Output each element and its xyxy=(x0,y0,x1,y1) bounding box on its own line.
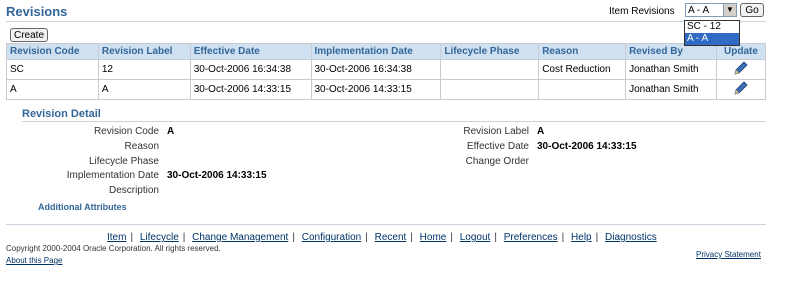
go-button[interactable]: Go xyxy=(740,3,764,17)
page-title: Revisions xyxy=(6,4,68,19)
item-revisions-label: Item Revisions xyxy=(609,6,675,17)
detail-divider xyxy=(22,121,766,122)
revisions-table: Revision Code Revision Label Effective D… xyxy=(6,43,767,100)
value-implementation-date: 30-Oct-2006 14:33:15 xyxy=(167,170,267,181)
footer-link-lifecycle[interactable]: Lifecycle xyxy=(140,232,179,243)
column-header[interactable]: Lifecycle Phase xyxy=(440,43,540,60)
footer-link-home[interactable]: Home xyxy=(420,232,447,243)
label-implementation-date: Implementation Date xyxy=(66,170,159,181)
column-header[interactable]: Reason xyxy=(538,43,627,60)
cell-reason xyxy=(538,79,627,100)
cell-revision-label: A xyxy=(97,79,191,100)
chevron-down-icon[interactable]: ▼ xyxy=(723,4,736,16)
dropdown-option[interactable]: SC - 12 xyxy=(685,21,739,33)
additional-attributes-link[interactable]: Additional Attributes xyxy=(38,202,127,212)
cell-lifecycle-phase xyxy=(440,79,540,100)
column-header[interactable]: Revision Code xyxy=(6,43,99,60)
label-description: Description xyxy=(108,185,159,196)
cell-lifecycle-phase xyxy=(440,59,540,80)
dropdown-option-selected[interactable]: A - A xyxy=(685,33,739,45)
table-row: SC 12 30-Oct-2006 16:34:38 30-Oct-2006 1… xyxy=(6,59,767,80)
create-button[interactable]: Create xyxy=(10,28,48,42)
title-divider xyxy=(6,21,766,22)
cell-effective-date: 30-Oct-2006 14:33:15 xyxy=(189,79,312,100)
cell-update xyxy=(715,59,767,80)
table-header-row: Revision Code Revision Label Effective D… xyxy=(6,43,767,60)
column-header[interactable]: Implementation Date xyxy=(310,43,442,60)
footer-links: Item | Lifecycle | Change Management | Conf… xyxy=(107,232,657,243)
footer-link-change-management[interactable]: Change Management xyxy=(192,232,288,243)
label-reason: Reason xyxy=(124,141,159,152)
cell-revision-code: SC xyxy=(6,59,99,80)
value-revision-code: A xyxy=(167,126,175,137)
cell-revision-label: 12 xyxy=(97,59,191,80)
label-revision-label: Revision Label xyxy=(463,126,529,137)
footer-link-help[interactable]: Help xyxy=(571,232,592,243)
footer-link-diagnostics[interactable]: Diagnostics xyxy=(605,232,657,243)
cell-implementation-date: 30-Oct-2006 14:33:15 xyxy=(310,79,442,100)
pencil-icon[interactable] xyxy=(733,60,749,76)
cell-revised-by: Jonathan Smith xyxy=(625,79,717,100)
footer-link-recent[interactable]: Recent xyxy=(375,232,407,243)
cell-implementation-date: 30-Oct-2006 16:34:38 xyxy=(310,59,442,80)
table-row: A A 30-Oct-2006 14:33:15 30-Oct-2006 14:… xyxy=(6,79,767,100)
label-lifecycle-phase: Lifecycle Phase xyxy=(88,156,159,167)
footer-link-preferences[interactable]: Preferences xyxy=(504,232,558,243)
footer-link-configuration[interactable]: Configuration xyxy=(302,232,361,243)
label-revision-code: Revision Code xyxy=(93,126,159,137)
copyright-text: Copyright 2000-2004 Oracle Corporation. … xyxy=(6,244,221,253)
footer-link-item[interactable]: Item xyxy=(107,232,126,243)
label-effective-date: Effective Date xyxy=(466,141,529,152)
footer-divider xyxy=(6,224,766,225)
cell-revised-by: Jonathan Smith xyxy=(625,59,717,80)
item-revisions-select[interactable]: A - A ▼ xyxy=(685,3,737,17)
column-header[interactable]: Revision Label xyxy=(97,43,191,60)
selected-revision: A - A xyxy=(688,5,710,16)
cell-revision-code: A xyxy=(6,79,99,100)
revision-detail-title: Revision Detail xyxy=(22,108,101,120)
revision-dropdown-list: SC - 12 A - A xyxy=(684,20,740,46)
privacy-statement-link[interactable]: Privacy Statement xyxy=(696,250,761,259)
label-change-order: Change Order xyxy=(465,156,529,167)
value-effective-date: 30-Oct-2006 14:33:15 xyxy=(537,141,637,152)
pencil-icon[interactable] xyxy=(733,80,749,96)
footer-link-logout[interactable]: Logout xyxy=(460,232,491,243)
cell-reason: Cost Reduction xyxy=(538,59,627,80)
column-header[interactable]: Effective Date xyxy=(189,43,312,60)
value-revision-label: A xyxy=(537,126,545,137)
cell-update xyxy=(715,79,767,100)
about-page-link[interactable]: About this Page xyxy=(6,256,62,265)
cell-effective-date: 30-Oct-2006 16:34:38 xyxy=(189,59,312,80)
